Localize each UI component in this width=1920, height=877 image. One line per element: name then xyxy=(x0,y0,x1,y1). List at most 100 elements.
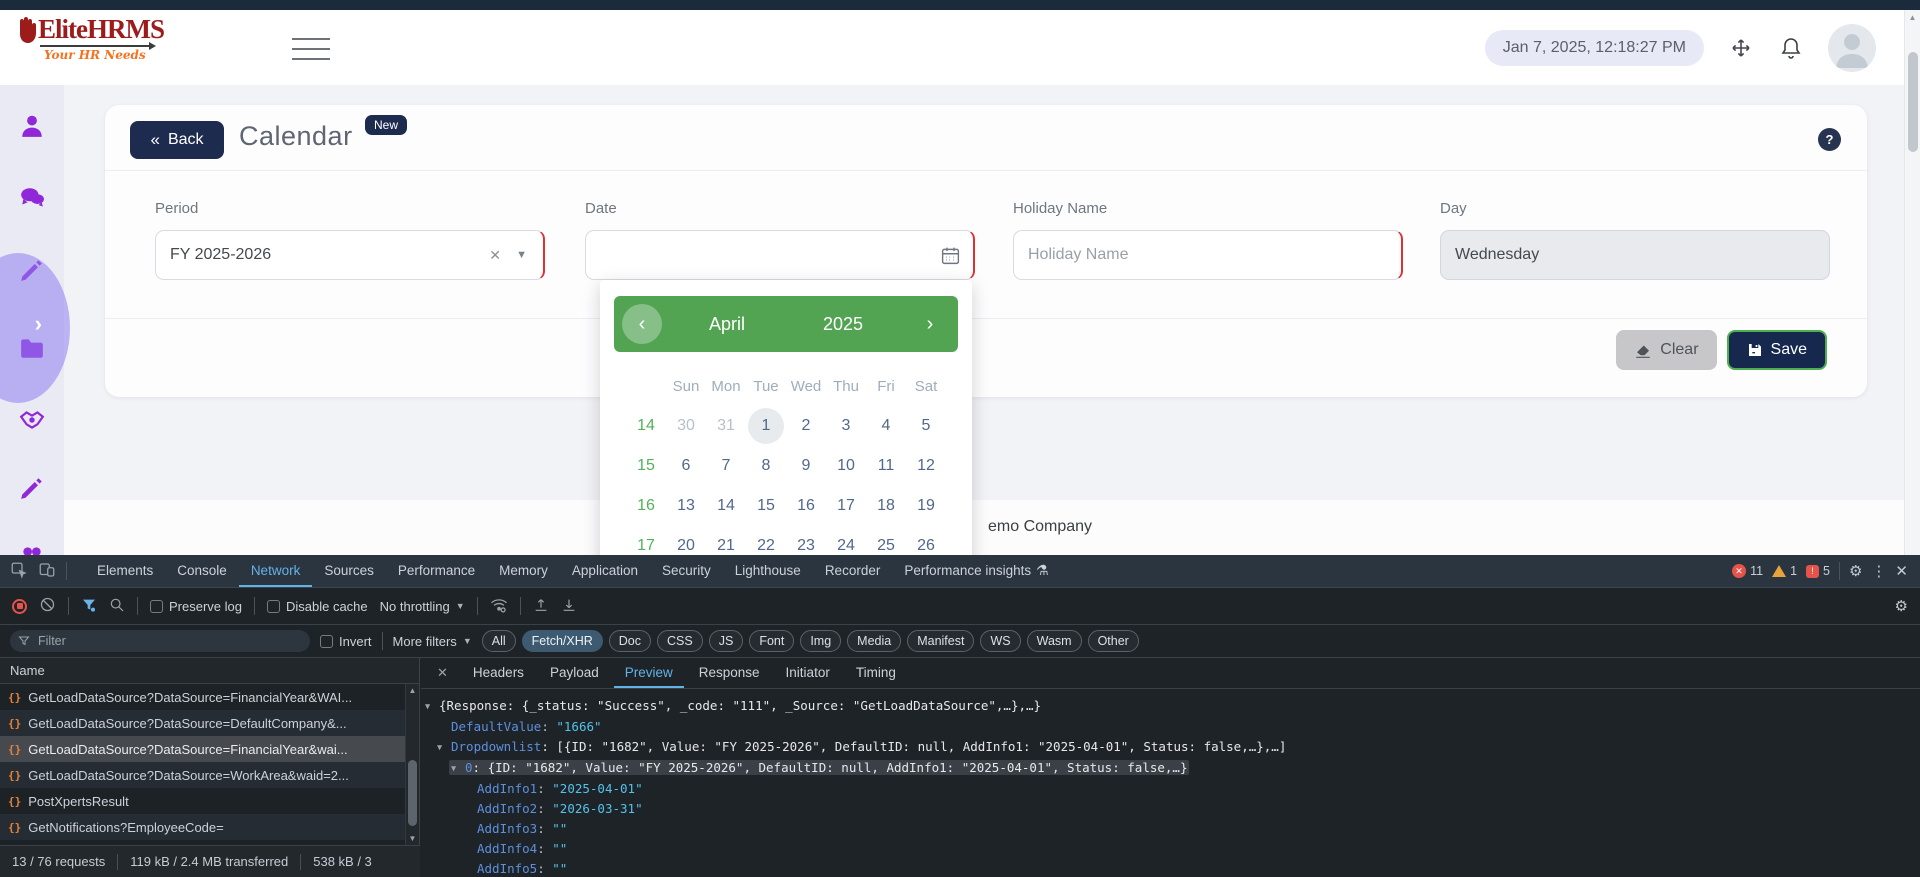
request-list-scrollbar[interactable]: ▲ ▼ xyxy=(405,684,419,845)
day-cell[interactable]: 7 xyxy=(706,446,746,486)
day-cell[interactable]: 18 xyxy=(866,486,906,526)
filter-input[interactable] xyxy=(10,630,310,652)
date-input[interactable] xyxy=(600,246,959,264)
filter-chip-css[interactable]: CSS xyxy=(657,630,703,652)
name-column-header[interactable]: Name xyxy=(0,658,419,684)
device-toolbar-icon[interactable] xyxy=(38,561,56,582)
devtools-tab-memory[interactable]: Memory xyxy=(487,555,560,587)
preserve-log-checkbox[interactable]: Preserve log xyxy=(150,599,242,614)
clear-network-log-icon[interactable] xyxy=(39,596,56,616)
export-har-icon[interactable] xyxy=(561,597,577,616)
json-preview-line[interactable]: AddInfo4: "" xyxy=(421,839,1920,859)
filter-field[interactable] xyxy=(10,630,310,652)
day-cell[interactable]: 6 xyxy=(666,446,706,486)
day-cell[interactable]: 30 xyxy=(666,406,706,446)
devtools-menu-icon[interactable]: ⋮ xyxy=(1871,562,1886,580)
devtools-tab-lighthouse[interactable]: Lighthouse xyxy=(723,555,813,587)
filter-chip-other[interactable]: Other xyxy=(1088,630,1139,652)
detail-tab-headers[interactable]: Headers xyxy=(462,658,535,688)
dropdown-caret-icon[interactable]: ▼ xyxy=(516,249,527,261)
disable-cache-checkbox[interactable]: Disable cache xyxy=(267,599,368,614)
detail-tab-preview[interactable]: Preview xyxy=(614,658,684,688)
day-cell[interactable]: 31 xyxy=(706,406,746,446)
devtools-close-icon[interactable]: ✕ xyxy=(1895,562,1908,580)
notifications-bell-icon[interactable] xyxy=(1778,35,1804,61)
day-cell[interactable]: 1 xyxy=(746,406,786,446)
day-cell[interactable]: 4 xyxy=(866,406,906,446)
back-button[interactable]: « Back xyxy=(130,121,224,159)
console-warnings-badge[interactable]: 1 xyxy=(1772,564,1797,578)
json-preview-line[interactable]: DefaultValue: "1666" xyxy=(421,717,1920,737)
day-cell[interactable]: 3 xyxy=(826,406,866,446)
filter-chip-js[interactable]: JS xyxy=(709,630,744,652)
filter-chip-img[interactable]: Img xyxy=(800,630,841,652)
detail-tab-payload[interactable]: Payload xyxy=(539,658,610,688)
devtools-tab-application[interactable]: Application xyxy=(560,555,650,587)
search-icon[interactable] xyxy=(109,597,125,616)
calendar-icon[interactable] xyxy=(940,245,961,271)
detail-tab-timing[interactable]: Timing xyxy=(845,658,907,688)
filter-chip-font[interactable]: Font xyxy=(749,630,794,652)
next-month-button[interactable]: › xyxy=(910,304,950,344)
expand-triangle-icon[interactable]: ▼ xyxy=(437,738,451,758)
menu-toggle-icon[interactable] xyxy=(292,38,330,60)
day-cell[interactable]: 13 xyxy=(666,486,706,526)
day-cell[interactable]: 11 xyxy=(866,446,906,486)
throttling-select[interactable]: No throttling▼ xyxy=(380,599,465,614)
holiday-name-input[interactable] xyxy=(1028,246,1387,264)
day-cell[interactable]: 14 xyxy=(706,486,746,526)
request-row[interactable]: {}PostXpertsResult xyxy=(0,788,405,814)
day-cell[interactable]: 10 xyxy=(826,446,866,486)
filter-chip-manifest[interactable]: Manifest xyxy=(907,630,974,652)
day-cell[interactable]: 5 xyxy=(906,406,946,446)
devtools-tab-network[interactable]: Network xyxy=(239,555,313,587)
day-cell[interactable]: 12 xyxy=(906,446,946,486)
holiday-name-box[interactable] xyxy=(1013,230,1403,280)
scrollbar-thumb[interactable] xyxy=(408,760,417,826)
scrollbar-down-arrow[interactable]: ▼ xyxy=(406,834,419,843)
clear-selection-icon[interactable]: ✕ xyxy=(489,247,501,264)
issues-badge[interactable]: !5 xyxy=(1806,564,1830,578)
filter-chip-doc[interactable]: Doc xyxy=(609,630,651,652)
json-preview-line[interactable]: ▼{Response: {_status: "Success", _code: … xyxy=(421,696,1920,717)
devtools-tab-elements[interactable]: Elements xyxy=(85,555,165,587)
save-button[interactable]: Save xyxy=(1727,330,1827,370)
datepicker-year[interactable]: 2025 xyxy=(823,314,863,335)
devtools-tab-performance-insights[interactable]: Performance insights⚗ xyxy=(892,555,1060,587)
filter-chip-all[interactable]: All xyxy=(482,630,516,652)
json-preview-line[interactable]: AddInfo3: "" xyxy=(421,819,1920,839)
help-button[interactable]: ? xyxy=(1818,128,1841,151)
request-row[interactable]: {}GetLoadDataSource?DataSource=DefaultCo… xyxy=(0,710,405,736)
json-preview-line[interactable]: AddInfo5: "" xyxy=(421,859,1920,877)
devtools-tab-console[interactable]: Console xyxy=(165,555,239,587)
day-cell[interactable]: 9 xyxy=(786,446,826,486)
day-cell[interactable]: 17 xyxy=(826,486,866,526)
detail-tab-response[interactable]: Response xyxy=(688,658,771,688)
edit-icon[interactable] xyxy=(19,475,45,501)
json-preview-line[interactable]: ▼Dropdownlist: [{ID: "1682", Value: "FY … xyxy=(421,737,1920,758)
date-field-box[interactable] xyxy=(585,230,975,280)
scrollbar-up-arrow[interactable]: ▲ xyxy=(406,686,419,695)
request-row[interactable]: {}GetNotifications?EmployeeCode= xyxy=(0,814,405,840)
fullscreen-move-icon[interactable] xyxy=(1728,35,1754,61)
chat-icon[interactable] xyxy=(19,185,45,211)
network-conditions-icon[interactable] xyxy=(490,596,508,617)
sidebar-expander[interactable]: › xyxy=(0,253,70,403)
day-cell[interactable]: 2 xyxy=(786,406,826,446)
user-avatar[interactable] xyxy=(1828,24,1876,72)
devtools-tab-recorder[interactable]: Recorder xyxy=(813,555,893,587)
filter-toggle-icon[interactable] xyxy=(81,597,97,616)
devtools-settings-icon[interactable]: ⚙ xyxy=(1849,562,1862,580)
day-cell[interactable]: 16 xyxy=(786,486,826,526)
datepicker-month[interactable]: April xyxy=(709,314,745,335)
filter-chip-ws[interactable]: WS xyxy=(980,630,1020,652)
console-errors-badge[interactable]: ✕11 xyxy=(1732,564,1763,578)
day-cell[interactable]: 8 xyxy=(746,446,786,486)
json-preview-line[interactable]: AddInfo2: "2026-03-31" xyxy=(421,799,1920,819)
expand-triangle-icon[interactable]: ▼ xyxy=(425,697,439,717)
network-settings-icon[interactable]: ⚙ xyxy=(1895,597,1908,615)
previous-month-button[interactable]: ‹ xyxy=(622,304,662,344)
page-scrollbar[interactable]: ▲ xyxy=(1904,10,1920,555)
invert-checkbox[interactable]: Invert xyxy=(320,634,372,649)
inspect-element-icon[interactable] xyxy=(10,561,28,582)
